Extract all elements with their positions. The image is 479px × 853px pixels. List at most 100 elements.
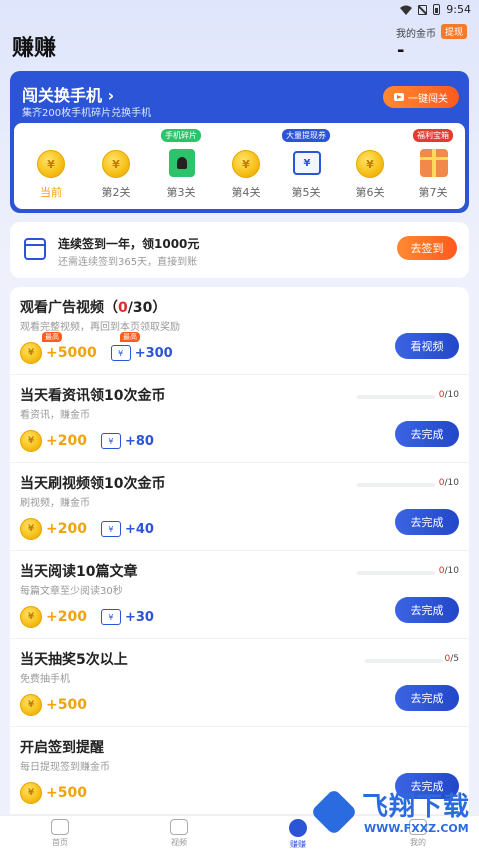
- coin-icon: ¥: [20, 430, 42, 452]
- progress-text: 0/10: [438, 390, 459, 400]
- watermark-logo-icon: [310, 788, 358, 836]
- task-desc: 每篇文章至少阅读30秒: [20, 586, 123, 597]
- play-icon: [394, 93, 404, 101]
- watermark: 飞翔下载 WWW.FXXZ.COM: [310, 780, 475, 850]
- battery-icon: [433, 4, 441, 15]
- level-label: 第4关: [231, 186, 261, 199]
- task-title: 当天看资讯领10次金币: [20, 388, 166, 404]
- task-title: 当天刷视频领10次金币: [20, 476, 166, 492]
- complete-button[interactable]: 去完成: [395, 685, 459, 711]
- wifi-icon: [400, 5, 413, 15]
- progress-bar: [357, 571, 435, 575]
- watermark-text: 飞翔下载: [362, 792, 471, 822]
- coupon-icon: ¥: [100, 609, 121, 625]
- progress-text: 0/10: [438, 478, 459, 488]
- level-tag: 手机碎片: [161, 129, 201, 142]
- complete-button[interactable]: 去完成: [395, 597, 459, 623]
- phone-fragment-icon: [169, 149, 195, 177]
- complete-button[interactable]: 去完成: [395, 509, 459, 535]
- coin-reward: +200: [46, 433, 87, 449]
- signin-subtitle: 还需连续签到365天，直接到账: [58, 257, 198, 268]
- coupon-reward: +80: [124, 433, 154, 449]
- task-item-lottery: 当天抽奖5次以上 免费抽手机 0/5 ¥ +500 去完成: [10, 639, 469, 727]
- task-desc: 观看完整视频，再回到本页领取奖励: [20, 322, 180, 333]
- coin-icon: ¥: [232, 150, 260, 178]
- task-item-videos: 当天刷视频领10次金币 刷视频，赚金币 0/10 ¥ +200 ¥ +40 去完…: [10, 463, 469, 551]
- signin-card: 连续签到一年，领1000元 还需连续签到365天，直接到账 去签到: [10, 222, 469, 278]
- challenge-title-link[interactable]: 闯关换手机 ›: [22, 82, 114, 106]
- task-reward: ¥ 最高 +5000 ¥ 最高 +300: [20, 332, 173, 365]
- level-6[interactable]: ¥ 第6关: [341, 123, 399, 209]
- watch-video-button[interactable]: 看视频: [395, 333, 459, 359]
- task-reward: ¥ +200 ¥ +80: [20, 429, 154, 453]
- level-label: 第3关: [166, 186, 196, 199]
- earn-icon: [289, 819, 307, 837]
- coin-reward: +200: [46, 521, 87, 537]
- coupon-icon: ¥: [100, 433, 121, 449]
- progress-bar: [365, 659, 443, 663]
- level-2[interactable]: ¥ 第2关: [87, 123, 145, 209]
- home-icon: [51, 819, 69, 835]
- level-tag: 大量提现券: [282, 129, 330, 142]
- level-4[interactable]: ¥ 第4关: [217, 123, 275, 209]
- coin-icon: ¥: [102, 150, 130, 178]
- coin-icon: ¥: [20, 518, 42, 540]
- task-desc: 每日提现签到赚金币: [20, 762, 110, 773]
- coupon-reward: +30: [124, 609, 154, 625]
- level-label: 当前: [40, 186, 62, 199]
- one-click-challenge-button[interactable]: 一键闯关: [383, 86, 459, 108]
- task-title: 观看广告视频（0/30）: [20, 300, 167, 316]
- level-1[interactable]: ¥ 当前: [22, 123, 80, 209]
- my-coins-label: 我的金币: [396, 29, 436, 40]
- level-label: 第6关: [355, 186, 385, 199]
- task-reward: ¥ +200 ¥ +40: [20, 517, 154, 541]
- level-tag: 福利宝箱: [413, 129, 453, 142]
- withdraw-button[interactable]: 提现: [441, 24, 468, 39]
- nav-video[interactable]: 视频: [149, 819, 209, 848]
- progress-bar: [357, 483, 435, 487]
- task-item-articles: 当天阅读10篇文章 每篇文章至少阅读30秒 0/10 ¥ +200 ¥ +30 …: [10, 551, 469, 639]
- my-coins-value: -: [397, 40, 405, 61]
- chevron-right-icon: ›: [107, 86, 115, 105]
- coin-reward: +5000: [46, 345, 97, 361]
- challenge-subtitle: 集齐200枚手机碎片兑换手机: [22, 108, 152, 119]
- coupon-icon: ¥: [110, 345, 131, 361]
- task-title: 当天抽奖5次以上: [20, 652, 128, 668]
- level-7[interactable]: 福利宝箱 第7关: [404, 123, 462, 209]
- progress-text: 0/5: [444, 654, 460, 664]
- task-reward: ¥ +200 ¥ +30: [20, 605, 154, 629]
- coin-icon: ¥: [20, 782, 42, 804]
- task-desc: 刷视频，赚金币: [20, 498, 90, 509]
- gift-box-icon: [420, 149, 448, 177]
- coin-reward: +500: [46, 697, 87, 713]
- progress-bar: [357, 395, 435, 399]
- watermark-url: WWW.FXXZ.COM: [364, 822, 469, 835]
- task-item-news: 当天看资讯领10次金币 看资讯，赚金币 0/10 ¥ +200 ¥ +80 去完…: [10, 375, 469, 463]
- level-track: ¥ 当前 ¥ 第2关 手机碎片 第3关 ¥ 第4关 大量提现券 ¥ 第5关 ¥ …: [14, 123, 465, 209]
- level-3[interactable]: 手机碎片 第3关: [152, 123, 210, 209]
- task-item-watch-ads: 观看广告视频（0/30） 观看完整视频，再回到本页领取奖励 ¥ 最高 +5000…: [10, 287, 469, 375]
- challenge-card: 闯关换手机 › 集齐200枚手机碎片兑换手机 一键闯关 ¥ 当前 ¥ 第2关 手…: [10, 71, 469, 213]
- task-desc: 免费抽手机: [20, 674, 70, 685]
- video-icon: [170, 819, 188, 835]
- task-title: 开启签到提醒: [20, 740, 104, 756]
- coupon-reward: +300: [134, 345, 173, 361]
- progress-text: 0/10: [438, 566, 459, 576]
- signin-title: 连续签到一年，领1000元: [58, 237, 200, 251]
- complete-button[interactable]: 去完成: [395, 421, 459, 447]
- nav-home[interactable]: 首页: [30, 819, 90, 848]
- max-badge: 最高: [42, 332, 62, 342]
- coupon-reward: +40: [124, 521, 154, 537]
- task-reward: ¥ +500: [20, 693, 87, 717]
- signin-button[interactable]: 去签到: [397, 236, 457, 260]
- level-5[interactable]: 大量提现券 ¥ 第5关: [277, 123, 335, 209]
- status-bar: 9:54: [0, 0, 479, 20]
- status-time: 9:54: [446, 3, 471, 16]
- level-label: 第2关: [101, 186, 131, 199]
- coin-icon: ¥: [37, 150, 65, 178]
- coupon-icon: ¥: [100, 521, 121, 537]
- level-label: 第7关: [418, 186, 448, 199]
- coupon-icon: ¥: [293, 151, 321, 175]
- coin-icon: ¥: [20, 694, 42, 716]
- task-title: 当天阅读10篇文章: [20, 564, 138, 580]
